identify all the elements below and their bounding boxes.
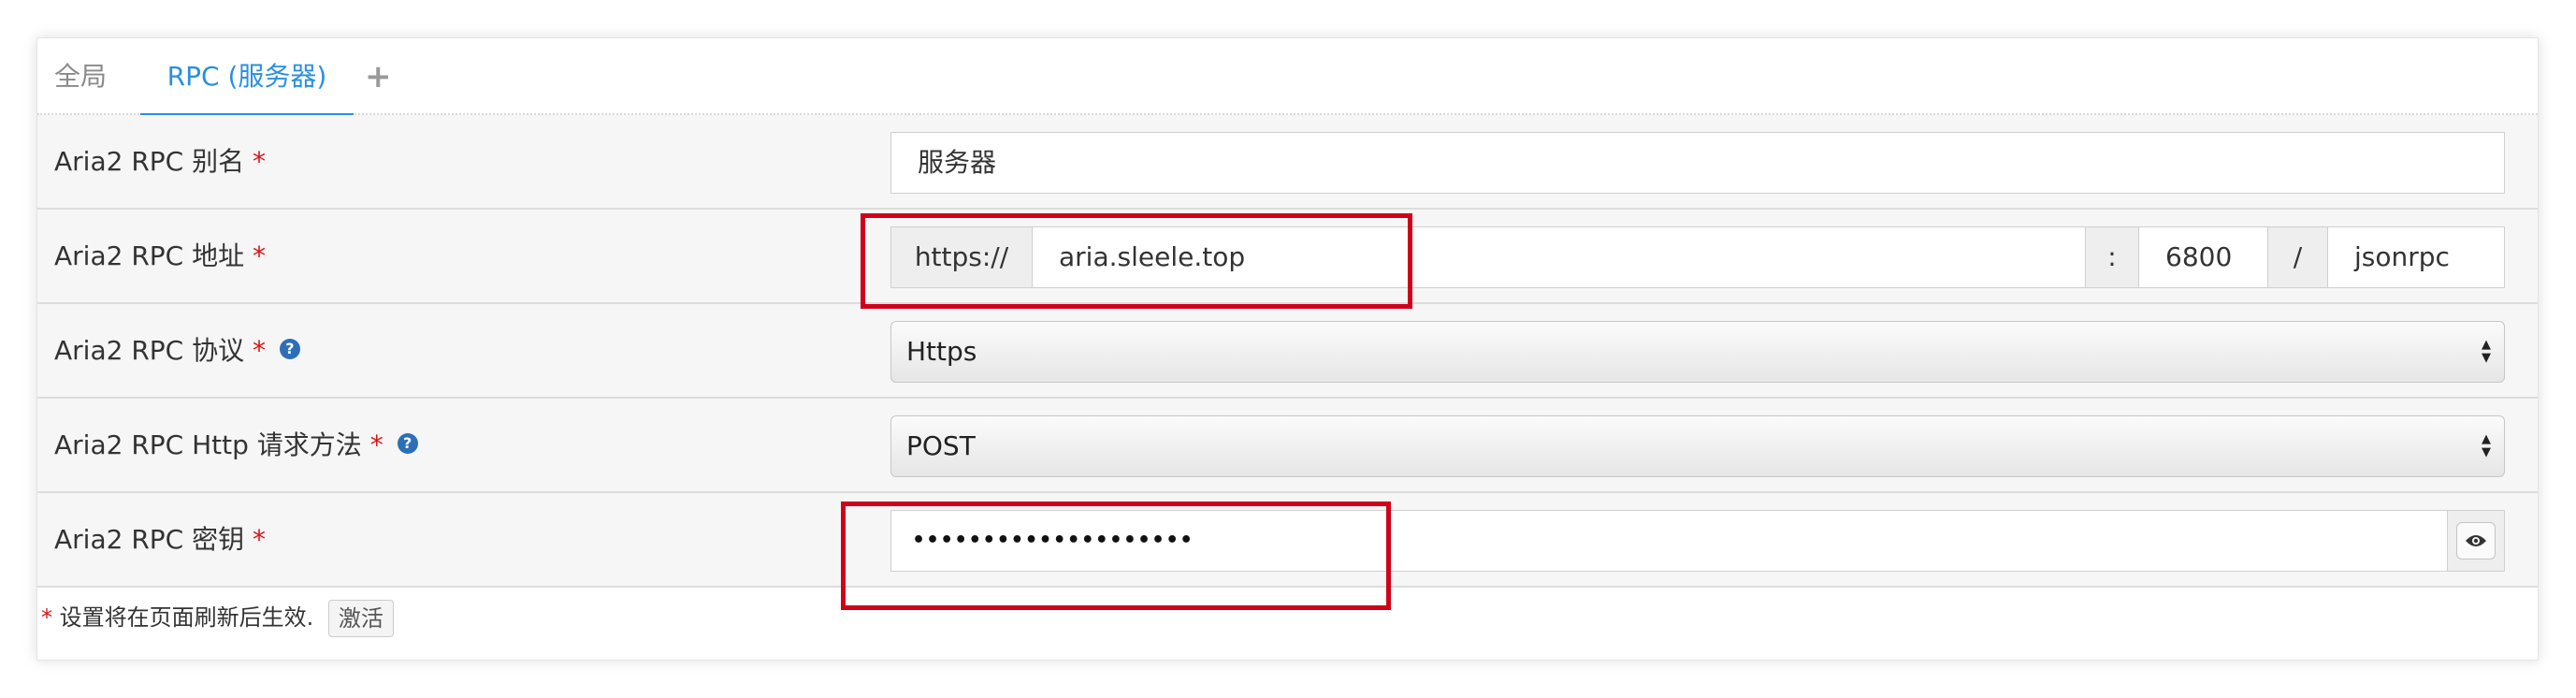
http-method-label-text: Aria2 RPC Http 请求方法 (54, 429, 362, 460)
form-row-http-method: Aria2 RPC Http 请求方法 * ? POST ▲ ▼ (37, 399, 2538, 493)
required-mark: * (253, 240, 267, 271)
port-input[interactable]: 6800 (2138, 226, 2268, 288)
reload-notice: 设置将在页面刷新后生效. (59, 604, 314, 631)
http-method-label: Aria2 RPC Http 请求方法 * ? (54, 399, 418, 492)
tab-global[interactable]: 全局 (54, 38, 107, 115)
protocol-label: Aria2 RPC 协议 * ? (54, 304, 300, 398)
required-mark: * (253, 335, 267, 366)
alias-label: Aria2 RPC 别名 * (54, 115, 266, 209)
slash-addon: / (2267, 226, 2328, 288)
footer-note: * 设置将在页面刷新后生效. 激活 (41, 594, 394, 641)
eye-icon (2456, 522, 2496, 560)
secret-input[interactable]: •••••••••••••••••••• (890, 510, 2448, 572)
select-arrows-icon: ▲ ▼ (2482, 338, 2491, 365)
protocol-label-text: Aria2 RPC 协议 (54, 335, 245, 366)
tab-bar: 全局 RPC (服务器) + (37, 38, 2538, 117)
required-mark: * (369, 429, 384, 460)
protocol-select-value: Https (906, 336, 977, 367)
help-icon[interactable]: ? (397, 433, 418, 454)
add-tab-icon[interactable]: + (365, 38, 392, 115)
required-mark: * (41, 604, 52, 631)
select-arrows-icon: ▲ ▼ (2482, 432, 2491, 459)
help-icon[interactable]: ? (279, 339, 300, 359)
address-label-text: Aria2 RPC 地址 (54, 240, 245, 271)
secret-label: Aria2 RPC 密钥 * (54, 493, 266, 587)
required-mark: * (253, 524, 267, 555)
secret-label-text: Aria2 RPC 密钥 (54, 524, 245, 555)
form-row-address: Aria2 RPC 地址 * https:// aria.sleele.top … (37, 210, 2538, 304)
protocol-prefix-addon: https:// (890, 226, 1033, 288)
http-method-select[interactable]: POST ▲ ▼ (890, 415, 2505, 477)
activate-button[interactable]: 激活 (327, 600, 394, 637)
host-input[interactable]: aria.sleele.top (1032, 226, 2086, 288)
alias-label-text: Aria2 RPC 别名 (54, 146, 245, 177)
protocol-select[interactable]: Https ▲ ▼ (890, 321, 2505, 383)
colon-addon: : (2085, 226, 2139, 288)
settings-panel: 全局 RPC (服务器) + Aria2 RPC 别名 * 服务器 Aria2 … (36, 37, 2539, 661)
address-label: Aria2 RPC 地址 * (54, 210, 266, 303)
toggle-visibility-button[interactable] (2447, 510, 2505, 572)
path-input[interactable]: jsonrpc (2327, 226, 2505, 288)
required-mark: * (253, 146, 267, 177)
http-method-select-value: POST (906, 430, 976, 461)
form-row-alias: Aria2 RPC 别名 * 服务器 (37, 115, 2538, 210)
form-row-secret: Aria2 RPC 密钥 * •••••••••••••••••••• (37, 493, 2538, 588)
alias-input[interactable]: 服务器 (890, 132, 2505, 194)
tab-rpc-server[interactable]: RPC (服务器) (140, 38, 354, 117)
form-row-protocol: Aria2 RPC 协议 * ? Https ▲ ▼ (37, 304, 2538, 399)
